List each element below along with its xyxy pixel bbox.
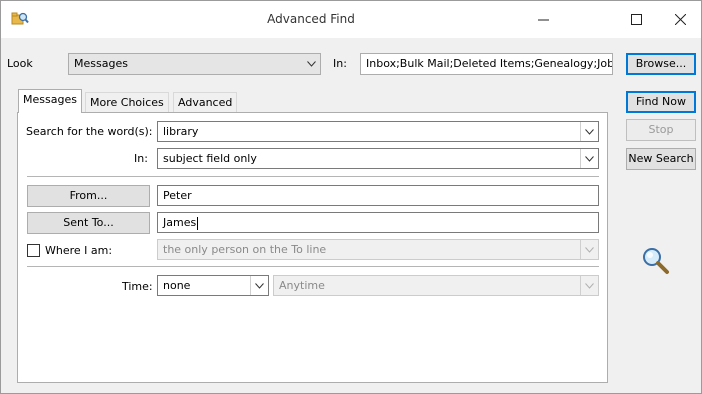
search-in-label: In: [134, 152, 148, 165]
time-range-value: Anytime [279, 279, 325, 292]
chevron-down-icon [302, 54, 320, 73]
tab-more-choices[interactable]: More Choices [85, 92, 169, 112]
stop-button[interactable]: Stop [626, 119, 696, 141]
sent-to-field[interactable]: James [157, 212, 599, 233]
close-icon [674, 14, 686, 25]
new-search-button[interactable]: New Search [626, 148, 696, 170]
chevron-down-icon [580, 240, 598, 259]
look-select-value: Messages [74, 57, 128, 70]
search-in-select[interactable]: subject field only [157, 148, 599, 169]
search-words-input[interactable]: library [157, 121, 599, 142]
where-i-am-checkbox[interactable] [27, 244, 40, 257]
time-select[interactable]: none [157, 275, 269, 296]
sent-to-value: James [163, 216, 197, 229]
tab-messages[interactable]: Messages [18, 89, 82, 113]
title-bar: Advanced Find [1, 1, 701, 38]
minimize-button[interactable] [520, 1, 566, 38]
search-words-label: Search for the word(s): [26, 125, 153, 138]
look-in-label: In: [333, 57, 347, 70]
chevron-down-icon [250, 276, 268, 295]
divider [27, 266, 599, 267]
chevron-down-icon [580, 122, 598, 141]
chevron-down-icon [580, 149, 598, 168]
browse-button[interactable]: Browse... [626, 53, 696, 75]
time-select-value: none [163, 279, 191, 292]
from-field[interactable]: Peter [157, 185, 599, 206]
divider [27, 176, 599, 177]
tab-advanced[interactable]: Advanced [173, 92, 238, 112]
find-now-button[interactable]: Find Now [626, 91, 696, 113]
time-label: Time: [122, 280, 153, 293]
where-i-am-value: the only person on the To line [163, 243, 327, 256]
advanced-find-window: Advanced Find Look Messages In: Inbox;Bu… [0, 0, 702, 394]
text-cursor [197, 216, 199, 230]
maximize-icon [630, 14, 642, 25]
where-i-am-label: Where I am: [45, 244, 113, 257]
look-in-folders: Inbox;Bulk Mail;Deleted Items;Genealogy;… [360, 53, 613, 75]
minimize-icon [537, 19, 549, 21]
time-range-select[interactable]: Anytime [273, 275, 599, 296]
sent-to-button[interactable]: Sent To... [27, 212, 150, 234]
magnifier-icon [643, 248, 669, 274]
search-in-value: subject field only [163, 152, 257, 165]
from-button[interactable]: From... [27, 185, 150, 207]
close-button[interactable] [657, 1, 702, 38]
look-select[interactable]: Messages [68, 53, 321, 75]
search-words-value: library [163, 125, 199, 138]
where-i-am-select[interactable]: the only person on the To line [157, 239, 599, 260]
chevron-down-icon [580, 276, 598, 295]
look-label: Look [7, 57, 33, 70]
maximize-button[interactable] [613, 1, 659, 38]
